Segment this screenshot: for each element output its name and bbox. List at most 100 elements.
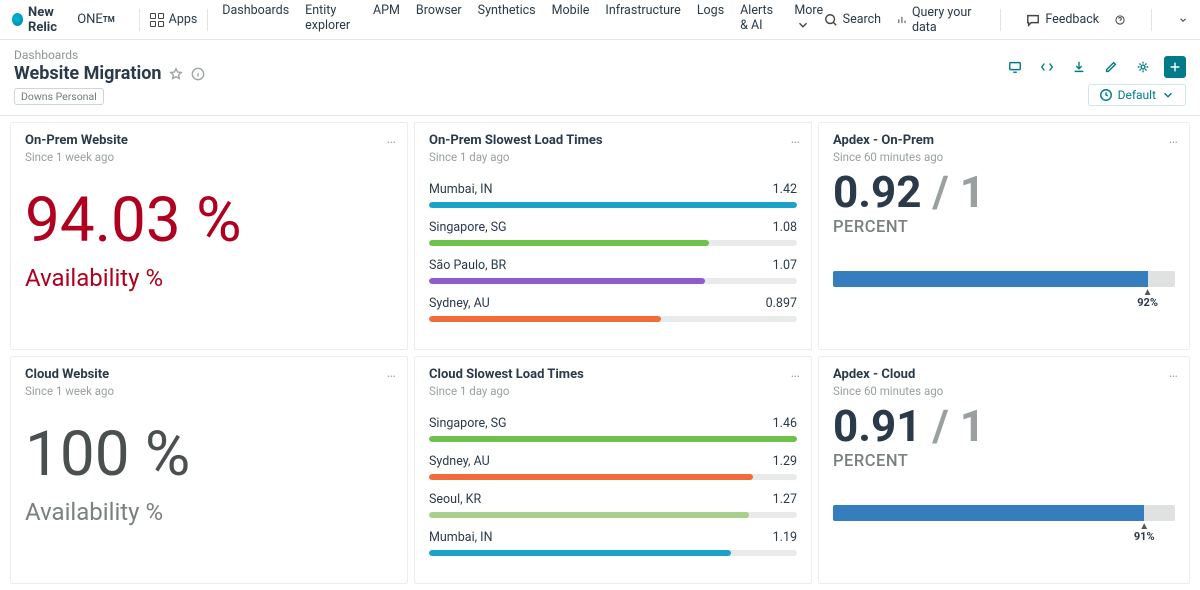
search-button[interactable]: Search — [824, 12, 881, 27]
bar-track — [429, 278, 797, 284]
card-title: Cloud Slowest Load Times — [429, 367, 797, 382]
divider — [139, 9, 140, 31]
bar-value: 0.897 — [766, 296, 797, 311]
nav-mobile[interactable]: Mobile — [552, 3, 590, 36]
nav-browser[interactable]: Browser — [416, 3, 462, 36]
search-label: Search — [843, 12, 881, 27]
card-apdex-cloud: … Apdex - Cloud Since 60 minutes ago 0.9… — [818, 356, 1190, 584]
apdex-onprem-value: 0.92 / 1 — [833, 170, 1175, 214]
bar-fill — [429, 512, 749, 518]
bar-label: Mumbai, IN — [429, 530, 493, 545]
bar-fill — [429, 316, 661, 322]
card-title: Cloud Website — [25, 367, 393, 382]
divider — [1000, 9, 1001, 31]
bar-fill — [429, 550, 731, 556]
page-header: Dashboards Website Migration Downs Perso… — [0, 40, 1200, 116]
edit-button[interactable] — [1100, 56, 1122, 78]
cloud-availability-value: 100 % — [25, 424, 393, 486]
bar-value: 1.07 — [773, 258, 797, 273]
card-subtitle: Since 60 minutes ago — [833, 384, 1175, 398]
nav-entity-explorer[interactable]: Entity explorer — [305, 3, 357, 36]
download-button[interactable] — [1068, 56, 1090, 78]
apdex-onprem-fill — [833, 271, 1148, 287]
newrelic-icon — [12, 13, 23, 26]
nav-dashboards[interactable]: Dashboards — [222, 3, 289, 36]
nav-logs[interactable]: Logs — [697, 3, 724, 36]
nav-more[interactable]: More — [794, 3, 823, 36]
top-nav: New Relic ONETM Apps Dashboards Entity e… — [0, 0, 1200, 40]
card-subtitle: Since 1 day ago — [429, 150, 797, 164]
chevron-down-icon[interactable] — [1178, 13, 1188, 27]
bar-value: 1.08 — [773, 220, 797, 235]
barchart-icon — [897, 13, 907, 27]
bar-track — [429, 436, 797, 442]
tv-mode-button[interactable] — [1004, 56, 1026, 78]
onprem-availability-value: 94.03 % — [25, 190, 393, 252]
apdex-label: PERCENT — [833, 452, 1175, 471]
apdex-onprem-bar — [833, 271, 1175, 287]
chevron-down-icon — [1161, 88, 1175, 102]
brand-text-b: ONE — [77, 12, 103, 27]
card-title: Apdex - Cloud — [833, 367, 1175, 382]
card-menu-button[interactable]: … — [791, 365, 801, 381]
bar-fill — [429, 278, 705, 284]
bar-row: Singapore, SG 1.46 — [429, 416, 797, 442]
apdex-cloud-fill — [833, 505, 1144, 521]
bar-label: Singapore, SG — [429, 220, 507, 235]
clock-icon — [1099, 88, 1113, 102]
add-button[interactable] — [1164, 56, 1186, 78]
bar-label: São Paulo, BR — [429, 258, 506, 273]
timepicker-default[interactable]: Default — [1088, 84, 1186, 106]
bar-fill — [429, 202, 797, 208]
plus-icon — [1168, 60, 1182, 74]
apps-button[interactable]: Apps — [150, 12, 198, 27]
owner-tag[interactable]: Downs Personal — [14, 88, 104, 105]
apps-icon — [150, 13, 164, 27]
onprem-availability-label: Availability % — [25, 264, 393, 292]
bar-value: 1.29 — [773, 454, 797, 469]
nav-links: Dashboards Entity explorer APM Browser S… — [222, 3, 823, 36]
card-onprem-availability: … On-Prem Website Since 1 week ago 94.03… — [10, 122, 408, 350]
card-cloud-slowest: … Cloud Slowest Load Times Since 1 day a… — [414, 356, 812, 584]
feedback-button[interactable]: Feedback — [1026, 12, 1099, 27]
query-data-button[interactable]: Query your data — [897, 5, 974, 35]
bar-row: São Paulo, BR 1.07 — [429, 258, 797, 284]
bar-track — [429, 512, 797, 518]
help-icon[interactable] — [1115, 13, 1125, 27]
bar-value: 1.46 — [773, 416, 797, 431]
nav-apm[interactable]: APM — [373, 3, 400, 36]
bar-row: Sydney, AU0.897 — [429, 296, 797, 322]
card-menu-button[interactable]: … — [387, 365, 397, 381]
card-title: Apdex - On-Prem — [833, 133, 1175, 148]
page-title: Website Migration — [14, 63, 161, 84]
card-menu-button[interactable]: … — [387, 131, 397, 147]
card-cloud-availability: … Cloud Website Since 1 week ago 100 % A… — [10, 356, 408, 584]
nav-synthetics[interactable]: Synthetics — [478, 3, 536, 36]
apdex-onprem-pct: 92% — [1137, 296, 1158, 309]
apdex-cloud-bar — [833, 505, 1175, 521]
download-icon — [1072, 60, 1086, 74]
bar-row: Singapore, SG 1.08 — [429, 220, 797, 246]
code-button[interactable] — [1036, 56, 1058, 78]
card-title: On-Prem Slowest Load Times — [429, 133, 797, 148]
info-icon[interactable] — [191, 67, 205, 81]
star-icon[interactable] — [169, 67, 183, 81]
timepicker-label: Default — [1118, 88, 1156, 102]
bar-row: Mumbai, IN1.19 — [429, 530, 797, 556]
bar-track — [429, 240, 797, 246]
settings-button[interactable] — [1132, 56, 1154, 78]
card-menu-button[interactable]: … — [791, 131, 801, 147]
brand-text-a: New Relic — [28, 5, 77, 35]
nav-infrastructure[interactable]: Infrastructure — [605, 3, 680, 36]
gear-icon — [1136, 60, 1150, 74]
brand-logo[interactable]: New Relic ONETM — [12, 5, 115, 35]
apdex-label: PERCENT — [833, 218, 1175, 237]
divider — [207, 9, 208, 31]
bar-label: Singapore, SG — [429, 416, 507, 431]
nav-alerts-ai[interactable]: Alerts & AI — [740, 3, 778, 36]
divider — [1151, 9, 1152, 31]
bar-row: Sydney, AU1.29 — [429, 454, 797, 480]
bar-track — [429, 316, 797, 322]
card-menu-button[interactable]: … — [1169, 131, 1179, 147]
card-menu-button[interactable]: … — [1169, 365, 1179, 381]
